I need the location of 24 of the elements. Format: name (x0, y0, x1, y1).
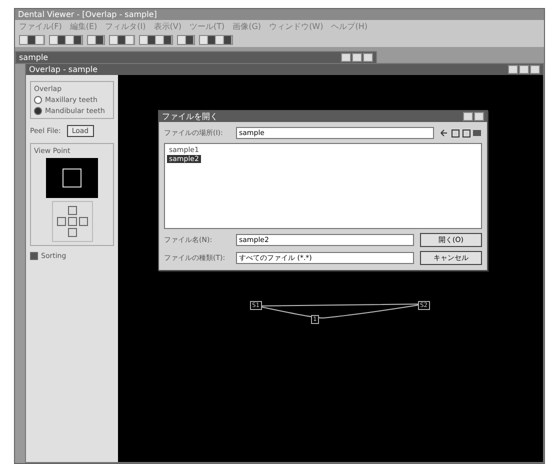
window-title: Dental Viewer - [Overlap - sample] (18, 10, 157, 19)
square-icon (62, 168, 82, 188)
radio-button[interactable] (34, 107, 42, 115)
toolbar-button-group[interactable] (19, 35, 45, 45)
close-button[interactable] (474, 112, 484, 121)
toolbar-button-group[interactable] (199, 35, 233, 45)
checkbox[interactable] (30, 252, 38, 260)
maximize-button[interactable] (519, 65, 529, 74)
toolbar-button-group[interactable] (109, 35, 135, 45)
help-button[interactable] (463, 112, 473, 121)
close-button[interactable] (530, 65, 540, 74)
window-title: sample (19, 53, 48, 62)
radio-button[interactable] (34, 96, 42, 104)
minimize-button[interactable] (508, 65, 518, 74)
toolbar-button-group[interactable] (139, 35, 173, 45)
toolbar-button-group[interactable] (87, 35, 105, 45)
close-button[interactable] (363, 53, 373, 62)
nav-icons[interactable] (440, 128, 482, 138)
toolbar-button-group[interactable] (49, 35, 83, 45)
minimize-button[interactable] (341, 53, 351, 62)
dialog-title: ファイルを開く (162, 111, 218, 122)
window-title: Overlap - sample (29, 65, 98, 74)
maximize-button[interactable] (352, 53, 362, 62)
toolbar-button-group[interactable] (177, 35, 195, 45)
